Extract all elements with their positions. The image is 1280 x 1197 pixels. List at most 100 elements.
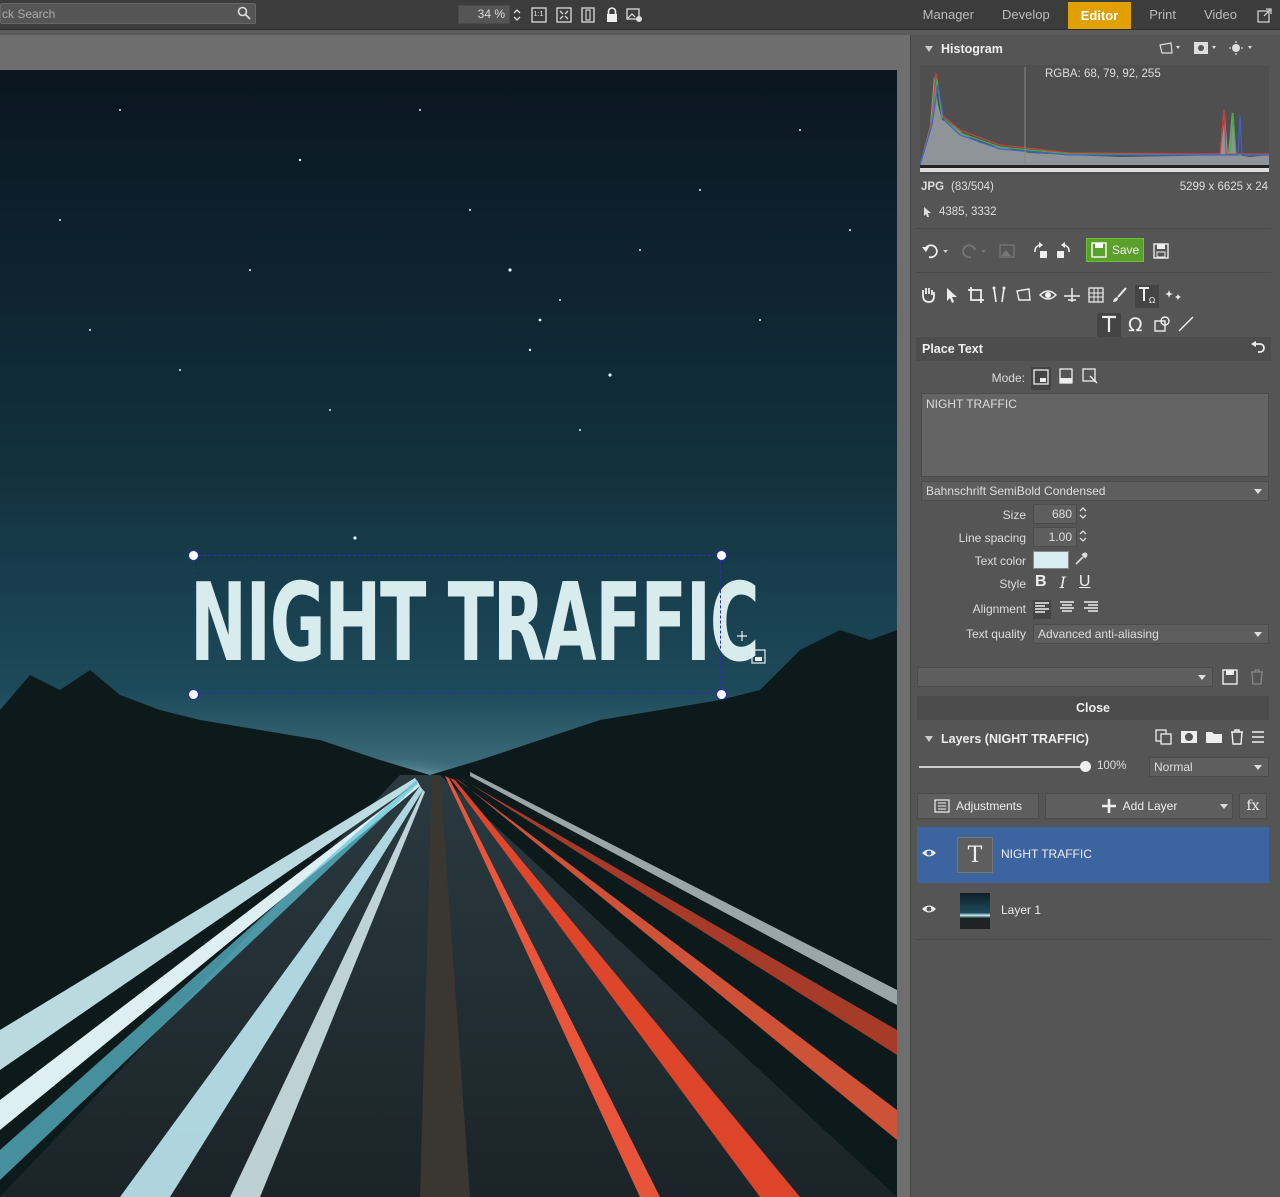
text-content-area[interactable]: NIGHT TRAFFIC — [921, 393, 1269, 477]
tab-editor[interactable]: Editor — [1067, 1, 1132, 29]
collapse-triangle-icon[interactable] — [925, 46, 933, 52]
zoom-1to1-icon[interactable]: 1:1 — [530, 6, 547, 23]
brush-tool-icon[interactable] — [1111, 286, 1129, 307]
place-text-title: Place Text — [922, 342, 983, 356]
histogram-graph — [919, 65, 1269, 175]
histogram-source-icon[interactable] — [1159, 41, 1183, 58]
tab-video[interactable]: Video — [1190, 0, 1251, 30]
undo-button[interactable] — [919, 241, 953, 261]
tab-manager[interactable]: Manager — [909, 0, 988, 30]
text-color-swatch[interactable] — [1033, 551, 1069, 569]
mode-label: Mode: — [991, 371, 1025, 385]
delete-preset-icon[interactable] — [1250, 669, 1264, 688]
transform-tool-icon[interactable] — [1015, 286, 1033, 307]
zoom-stepper-icon[interactable] — [512, 6, 522, 23]
resize-handle-bottom-right[interactable] — [716, 689, 727, 700]
red-eye-tool-icon[interactable] — [1038, 286, 1058, 307]
text-quality-dropdown[interactable]: Advanced anti-aliasing — [1033, 624, 1269, 644]
level-tool-icon[interactable] — [1063, 286, 1081, 307]
resize-handle-bottom-left[interactable] — [188, 689, 199, 700]
align-left-icon[interactable] — [1033, 600, 1051, 619]
histogram-mask-icon[interactable] — [1193, 41, 1219, 58]
search-icon[interactable] — [237, 6, 251, 20]
history-image-icon[interactable] — [997, 241, 1017, 261]
mode-merge-icon[interactable] — [1081, 367, 1099, 390]
rotate-right-icon[interactable] — [1053, 241, 1073, 261]
italic-button[interactable]: I — [1060, 573, 1066, 592]
image-settings-icon[interactable] — [626, 6, 643, 23]
align-right-icon[interactable] — [1083, 600, 1099, 619]
search-input[interactable] — [1, 4, 231, 23]
zoom-level-field[interactable]: 34 % — [458, 5, 510, 24]
line-spacing-stepper-icon[interactable] — [1079, 529, 1087, 546]
tab-develop[interactable]: Develop — [988, 0, 1064, 30]
effects-tool-icon[interactable] — [1165, 286, 1183, 307]
line-spacing-field[interactable]: 1.00 — [1033, 527, 1077, 547]
size-stepper-icon[interactable] — [1079, 506, 1087, 523]
fit-height-icon[interactable] — [579, 6, 596, 23]
bold-button[interactable]: B — [1035, 573, 1047, 592]
adjustments-button[interactable]: Adjustments — [917, 793, 1039, 819]
duplicate-layer-icon[interactable] — [1155, 729, 1173, 748]
resize-handle-top-right[interactable] — [716, 550, 727, 561]
histogram-brightness-icon[interactable] — [1229, 41, 1255, 58]
lock-icon[interactable] — [603, 6, 620, 23]
move-cursor-icon — [736, 630, 766, 669]
resize-handle-top-left[interactable] — [188, 550, 199, 561]
place-text-icon[interactable] — [1097, 313, 1121, 338]
line-spacing-label: Line spacing — [958, 531, 1026, 545]
layer-name: NIGHT TRAFFIC — [1001, 847, 1092, 861]
font-family-dropdown[interactable]: Bahnschrift SemiBold Condensed — [921, 481, 1269, 501]
chevron-down-icon[interactable] — [1220, 804, 1228, 809]
perspective-tool-icon[interactable] — [991, 286, 1009, 307]
layer-mask-icon[interactable] — [1180, 729, 1198, 748]
text-subtools: Ω — [1097, 313, 1195, 338]
reset-arrow-icon[interactable] — [1250, 341, 1266, 358]
chevron-down-icon — [1254, 489, 1262, 494]
module-tabs: Manager Develop Editor Print Video — [909, 0, 1280, 30]
text-tool-icon[interactable]: Ω — [1135, 285, 1159, 308]
blend-mode-dropdown[interactable]: Normal — [1149, 757, 1269, 777]
align-center-icon[interactable] — [1059, 600, 1075, 619]
search-box[interactable] — [0, 3, 256, 24]
pointer-icon — [923, 206, 932, 221]
underline-button[interactable]: U — [1079, 573, 1091, 592]
eyedropper-icon[interactable] — [1073, 551, 1089, 570]
close-button[interactable]: Close — [917, 696, 1269, 720]
text-bounding-box[interactable] — [193, 555, 721, 694]
mode-current-layer-icon[interactable] — [1057, 367, 1075, 390]
grid-tool-icon[interactable] — [1087, 286, 1105, 307]
opacity-slider-track[interactable] — [919, 761, 1091, 772]
collapse-triangle-icon[interactable] — [925, 736, 933, 742]
omega-symbol-icon[interactable]: Ω — [1127, 314, 1147, 337]
effects-fx-button[interactable]: fx — [1239, 793, 1267, 819]
size-field[interactable]: 680 — [1033, 504, 1077, 524]
rotate-left-icon[interactable] — [1031, 241, 1051, 261]
image-layer-thumbnail — [960, 893, 990, 929]
tab-print[interactable]: Print — [1135, 0, 1190, 30]
redo-button[interactable] — [957, 241, 991, 261]
save-preset-icon[interactable] — [1222, 669, 1238, 688]
line-tool-icon[interactable] — [1177, 315, 1195, 336]
layers-menu-icon[interactable] — [1251, 729, 1265, 748]
preset-dropdown[interactable] — [917, 667, 1213, 687]
shape-tool-icon[interactable] — [1153, 315, 1171, 336]
visibility-eye-icon[interactable] — [921, 903, 937, 918]
external-window-icon[interactable] — [1251, 0, 1280, 30]
mode-new-layer-icon[interactable] — [1031, 367, 1051, 390]
delete-layer-icon[interactable] — [1230, 729, 1244, 748]
histogram-options — [1159, 41, 1255, 58]
visibility-eye-icon[interactable] — [921, 847, 937, 862]
text-layer-thumbnail: T — [957, 837, 993, 873]
save-as-icon[interactable] — [1151, 241, 1171, 261]
opacity-slider-handle[interactable] — [1079, 761, 1091, 772]
fit-screen-icon[interactable] — [555, 6, 572, 23]
select-tool-icon[interactable] — [943, 286, 961, 307]
hand-tool-icon[interactable] — [919, 286, 937, 307]
add-layer-button[interactable]: Add Layer — [1045, 793, 1233, 819]
save-button[interactable]: Save — [1086, 238, 1144, 262]
layer-group-folder-icon[interactable] — [1205, 729, 1223, 748]
crop-tool-icon[interactable] — [967, 286, 985, 307]
layer-row-night-traffic[interactable]: T NIGHT TRAFFIC — [917, 827, 1269, 883]
layer-row-layer-1[interactable]: Layer 1 — [917, 883, 1269, 939]
